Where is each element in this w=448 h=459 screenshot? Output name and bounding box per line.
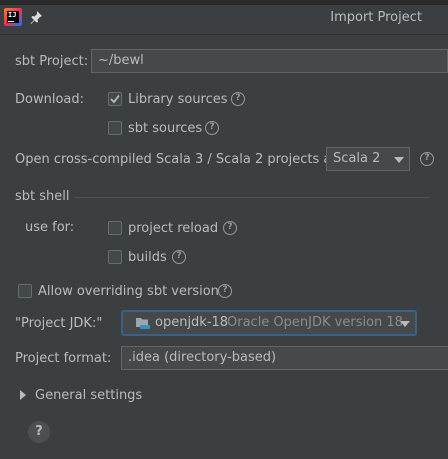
- sbt-project-label: sbt Project:: [15, 54, 89, 69]
- library-sources-label: Library sources: [128, 92, 228, 107]
- general-settings-toggle[interactable]: General settings: [35, 388, 142, 403]
- intellij-app-icon: IJ: [4, 8, 22, 26]
- checkmark-icon: [110, 94, 120, 104]
- scala-version-value: Scala 2: [333, 151, 381, 166]
- section-separator: [74, 197, 430, 198]
- use-for-label: use for:: [25, 220, 75, 235]
- help-icon[interactable]: ?: [172, 250, 186, 264]
- triangle-right-icon[interactable]: [20, 390, 26, 400]
- help-icon[interactable]: ?: [231, 92, 245, 106]
- help-icon[interactable]: ?: [205, 121, 219, 135]
- help-button[interactable]: ?: [28, 421, 50, 443]
- pin-icon[interactable]: [29, 10, 43, 24]
- library-sources-checkbox[interactable]: [108, 92, 122, 106]
- chevron-down-icon: [400, 321, 410, 327]
- top-strip: [0, 0, 448, 5]
- project-format-dropdown[interactable]: .idea (directory-based): [121, 346, 448, 370]
- jdk-detail: Oracle OpenJDK version 18: [227, 315, 403, 330]
- jdk-name: openjdk-18: [155, 315, 229, 330]
- allow-overriding-checkbox[interactable]: [18, 284, 32, 298]
- sbt-sources-checkbox[interactable]: [108, 121, 122, 135]
- download-label: Download:: [15, 92, 84, 107]
- sbt-shell-section-label: sbt shell: [15, 189, 70, 204]
- help-icon[interactable]: ?: [223, 221, 237, 235]
- builds-checkbox[interactable]: [108, 250, 122, 264]
- project-jdk-label: "Project JDK:": [15, 316, 103, 331]
- allow-overriding-label: Allow overriding sbt version: [38, 284, 219, 299]
- title-bar: IJ Import Project: [0, 0, 448, 35]
- folder-icon: [136, 318, 150, 329]
- sbt-project-field[interactable]: ~/bewl: [91, 49, 448, 73]
- sbt-sources-label: sbt sources: [128, 121, 203, 136]
- help-icon[interactable]: ?: [218, 284, 232, 298]
- cross-compiled-label: Open cross-compiled Scala 3 / Scala 2 pr…: [15, 152, 343, 167]
- window-title: Import Project: [330, 10, 422, 25]
- project-format-label: Project format:: [15, 351, 112, 366]
- help-icon[interactable]: ?: [420, 152, 434, 166]
- scala-version-dropdown[interactable]: Scala 2: [326, 147, 410, 171]
- project-jdk-dropdown[interactable]: openjdk-18 Oracle OpenJDK version 18: [121, 310, 417, 336]
- project-reload-label: project reload: [128, 221, 219, 236]
- chevron-down-icon: [394, 157, 404, 163]
- builds-label: builds: [128, 250, 167, 265]
- project-reload-checkbox[interactable]: [108, 221, 122, 235]
